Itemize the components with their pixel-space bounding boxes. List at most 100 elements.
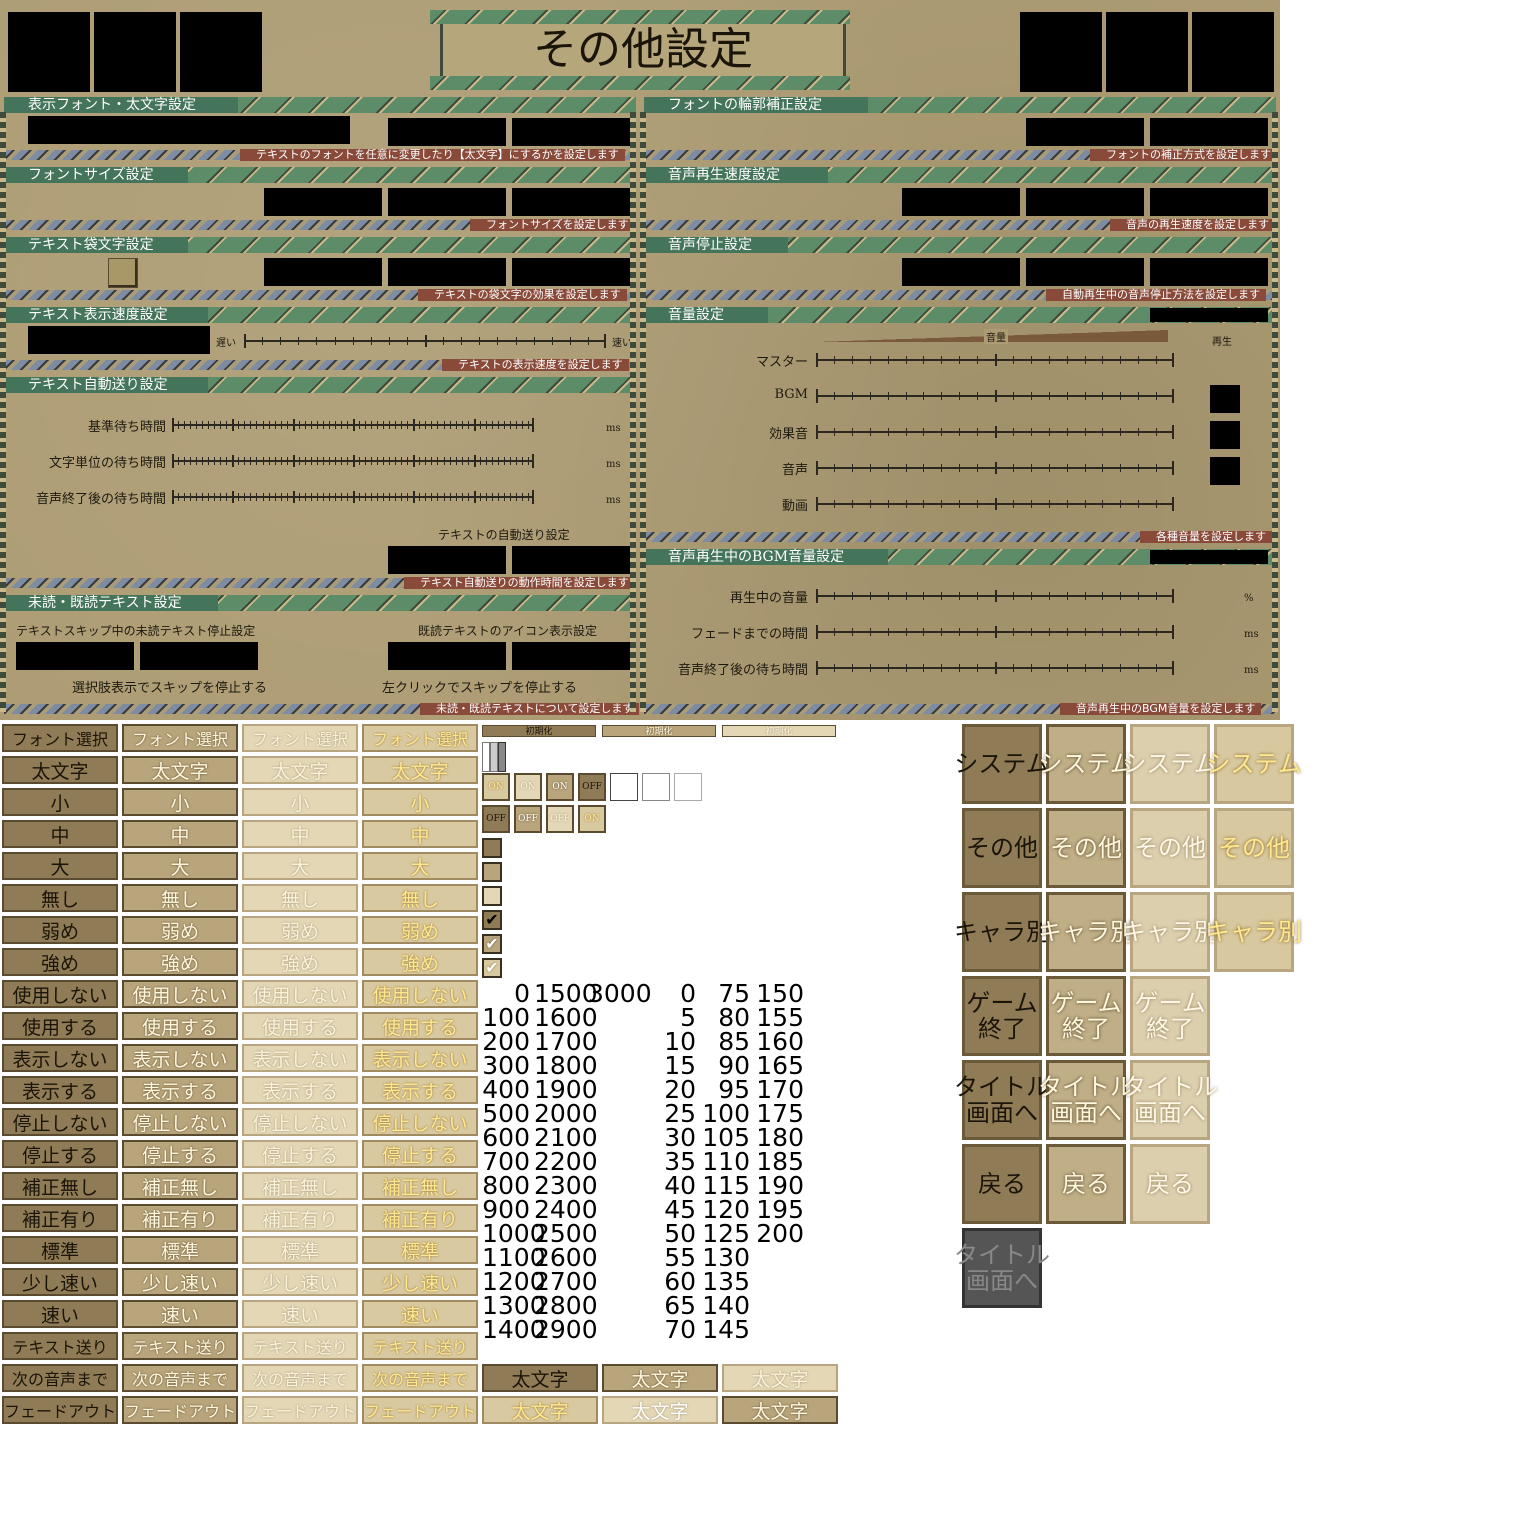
volume-slider[interactable] xyxy=(816,389,1174,403)
top-left-slot-1[interactable] xyxy=(8,12,90,92)
speed-slider[interactable] xyxy=(244,334,606,348)
bold-button-4[interactable]: 太文字 xyxy=(482,1396,598,1424)
volume-slider[interactable] xyxy=(816,353,1174,367)
sprite-button[interactable]: フェードアウト xyxy=(122,1396,238,1424)
voice-speed-slot-1[interactable] xyxy=(902,188,1020,216)
correct-slot-1[interactable] xyxy=(1026,118,1144,146)
volume-play-button[interactable] xyxy=(1210,421,1240,449)
sprite-button[interactable]: 太文字 xyxy=(2,756,118,784)
sprite-button[interactable]: 補正有り xyxy=(122,1204,238,1232)
sprite-button[interactable]: 停止する xyxy=(2,1140,118,1168)
side-menu-button[interactable]: システム xyxy=(1038,724,1134,804)
sprite-button[interactable]: 使用しない xyxy=(242,980,358,1008)
sprite-button[interactable]: 使用しない xyxy=(122,980,238,1008)
volume-slider[interactable] xyxy=(816,425,1174,439)
sprite-button[interactable]: 無し xyxy=(362,884,478,912)
side-menu-button[interactable]: ゲーム 終了 xyxy=(962,976,1042,1056)
sprite-button[interactable]: 補正有り xyxy=(362,1204,478,1232)
bold-button-5[interactable]: 太文字 xyxy=(602,1396,718,1424)
bold-button-6[interactable]: 太文字 xyxy=(722,1396,838,1424)
sprite-button[interactable]: 弱め xyxy=(362,916,478,944)
checkbox-off-1[interactable] xyxy=(482,838,502,858)
on-toggle-4[interactable]: ON xyxy=(578,805,606,833)
sprite-button[interactable]: 弱め xyxy=(242,916,358,944)
size-small-slot[interactable] xyxy=(264,188,382,216)
checkbox-on-1[interactable]: ✔ xyxy=(482,910,502,930)
top-right-slot-2[interactable] xyxy=(1106,12,1188,92)
top-left-slot-3[interactable] xyxy=(180,12,262,92)
sprite-button[interactable]: 小 xyxy=(362,788,478,816)
auto-mode-slot-2[interactable] xyxy=(512,546,630,574)
sprite-button[interactable]: テキスト送り xyxy=(2,1332,118,1360)
unread-skip-slot-2[interactable] xyxy=(140,642,258,670)
sprite-button[interactable]: フェードアウト xyxy=(2,1396,118,1424)
sprite-button[interactable]: テキスト送り xyxy=(122,1332,238,1360)
checkbox-on-3[interactable]: ✔ xyxy=(482,958,502,978)
sprite-button[interactable]: フェードアウト xyxy=(242,1396,358,1424)
side-menu-button[interactable]: ゲーム 終了 xyxy=(1130,976,1210,1056)
bold-button-1[interactable]: 太文字 xyxy=(482,1364,598,1392)
sprite-button[interactable]: 補正無し xyxy=(362,1172,478,1200)
checkbox-off-3[interactable] xyxy=(482,886,502,906)
bgm-duck-slider[interactable] xyxy=(816,625,1174,639)
side-menu-button[interactable]: キャラ別 xyxy=(954,892,1050,972)
side-menu-button[interactable]: システム xyxy=(1122,724,1218,804)
sprite-button[interactable]: 無し xyxy=(2,884,118,912)
off-toggle-4[interactable]: OFF xyxy=(546,805,574,833)
sprite-button[interactable]: 少し速い xyxy=(2,1268,118,1296)
sprite-button[interactable]: 中 xyxy=(2,820,118,848)
sprite-button[interactable]: 停止しない xyxy=(242,1108,358,1136)
side-menu-button[interactable]: タイトル 画面へ xyxy=(954,1228,1050,1308)
choice-stop-label[interactable]: 選択肢表示でスキップを停止する xyxy=(72,677,267,696)
sprite-button[interactable]: 強め xyxy=(362,948,478,976)
sprite-button[interactable]: 表示する xyxy=(2,1076,118,1104)
side-menu-button[interactable]: 戻る xyxy=(1046,1144,1126,1224)
sprite-button[interactable]: 表示しない xyxy=(2,1044,118,1072)
sprite-button[interactable]: 使用しない xyxy=(362,980,478,1008)
sprite-button[interactable]: 表示しない xyxy=(242,1044,358,1072)
top-left-slot-2[interactable] xyxy=(94,12,176,92)
bgm-duck-init-slot[interactable] xyxy=(1150,550,1268,564)
outline-none-slot[interactable] xyxy=(264,258,382,286)
click-stop-label[interactable]: 左クリックでスキップを停止する xyxy=(382,677,577,696)
sprite-button[interactable]: 大 xyxy=(122,852,238,880)
auto-mode-slot-1[interactable] xyxy=(388,546,506,574)
voice-stop-slot-3[interactable] xyxy=(1150,258,1268,286)
sprite-button[interactable]: 中 xyxy=(362,820,478,848)
sprite-button[interactable]: フォント選択 xyxy=(2,724,118,752)
correct-slot-2[interactable] xyxy=(1150,118,1268,146)
sprite-button[interactable]: 使用する xyxy=(2,1012,118,1040)
volume-play-button[interactable] xyxy=(1210,457,1240,485)
sprite-button[interactable]: 停止する xyxy=(362,1140,478,1168)
sprite-button[interactable]: 使用しない xyxy=(2,980,118,1008)
sprite-button[interactable]: 標準 xyxy=(242,1236,358,1264)
sprite-button[interactable]: 停止しない xyxy=(362,1108,478,1136)
sprite-button[interactable]: 弱め xyxy=(2,916,118,944)
sprite-button[interactable]: 補正有り xyxy=(2,1204,118,1232)
side-menu-button[interactable]: 戻る xyxy=(1130,1144,1210,1224)
sprite-button[interactable]: 補正無し xyxy=(2,1172,118,1200)
sprite-button[interactable]: 補正有り xyxy=(242,1204,358,1232)
sprite-button[interactable]: テキスト送り xyxy=(242,1332,358,1360)
outline-color-swatch[interactable] xyxy=(108,258,138,288)
sprite-button[interactable]: 中 xyxy=(242,820,358,848)
sprite-button[interactable]: 速い xyxy=(242,1300,358,1328)
outline-strong-slot[interactable] xyxy=(512,258,630,286)
sprite-button[interactable]: 表示しない xyxy=(362,1044,478,1072)
size-mid-slot[interactable] xyxy=(388,188,506,216)
sprite-button[interactable]: 停止する xyxy=(242,1140,358,1168)
sprite-button[interactable]: 大 xyxy=(242,852,358,880)
volume-play-button[interactable] xyxy=(1210,385,1240,413)
sprite-button[interactable]: 小 xyxy=(242,788,358,816)
auto-char-slider[interactable] xyxy=(172,454,534,468)
checkbox-on-2[interactable]: ✔ xyxy=(482,934,502,954)
sprite-button[interactable]: 補正無し xyxy=(122,1172,238,1200)
sprite-button[interactable]: 弱め xyxy=(122,916,238,944)
sprite-button[interactable]: 速い xyxy=(2,1300,118,1328)
side-menu-button[interactable]: その他 xyxy=(1130,808,1210,888)
sprite-button[interactable]: フォント選択 xyxy=(362,724,478,752)
sprite-button[interactable]: 小 xyxy=(2,788,118,816)
top-right-slot-3[interactable] xyxy=(1192,12,1274,92)
sprite-button[interactable]: 無し xyxy=(122,884,238,912)
sprite-button[interactable]: 表示する xyxy=(362,1076,478,1104)
